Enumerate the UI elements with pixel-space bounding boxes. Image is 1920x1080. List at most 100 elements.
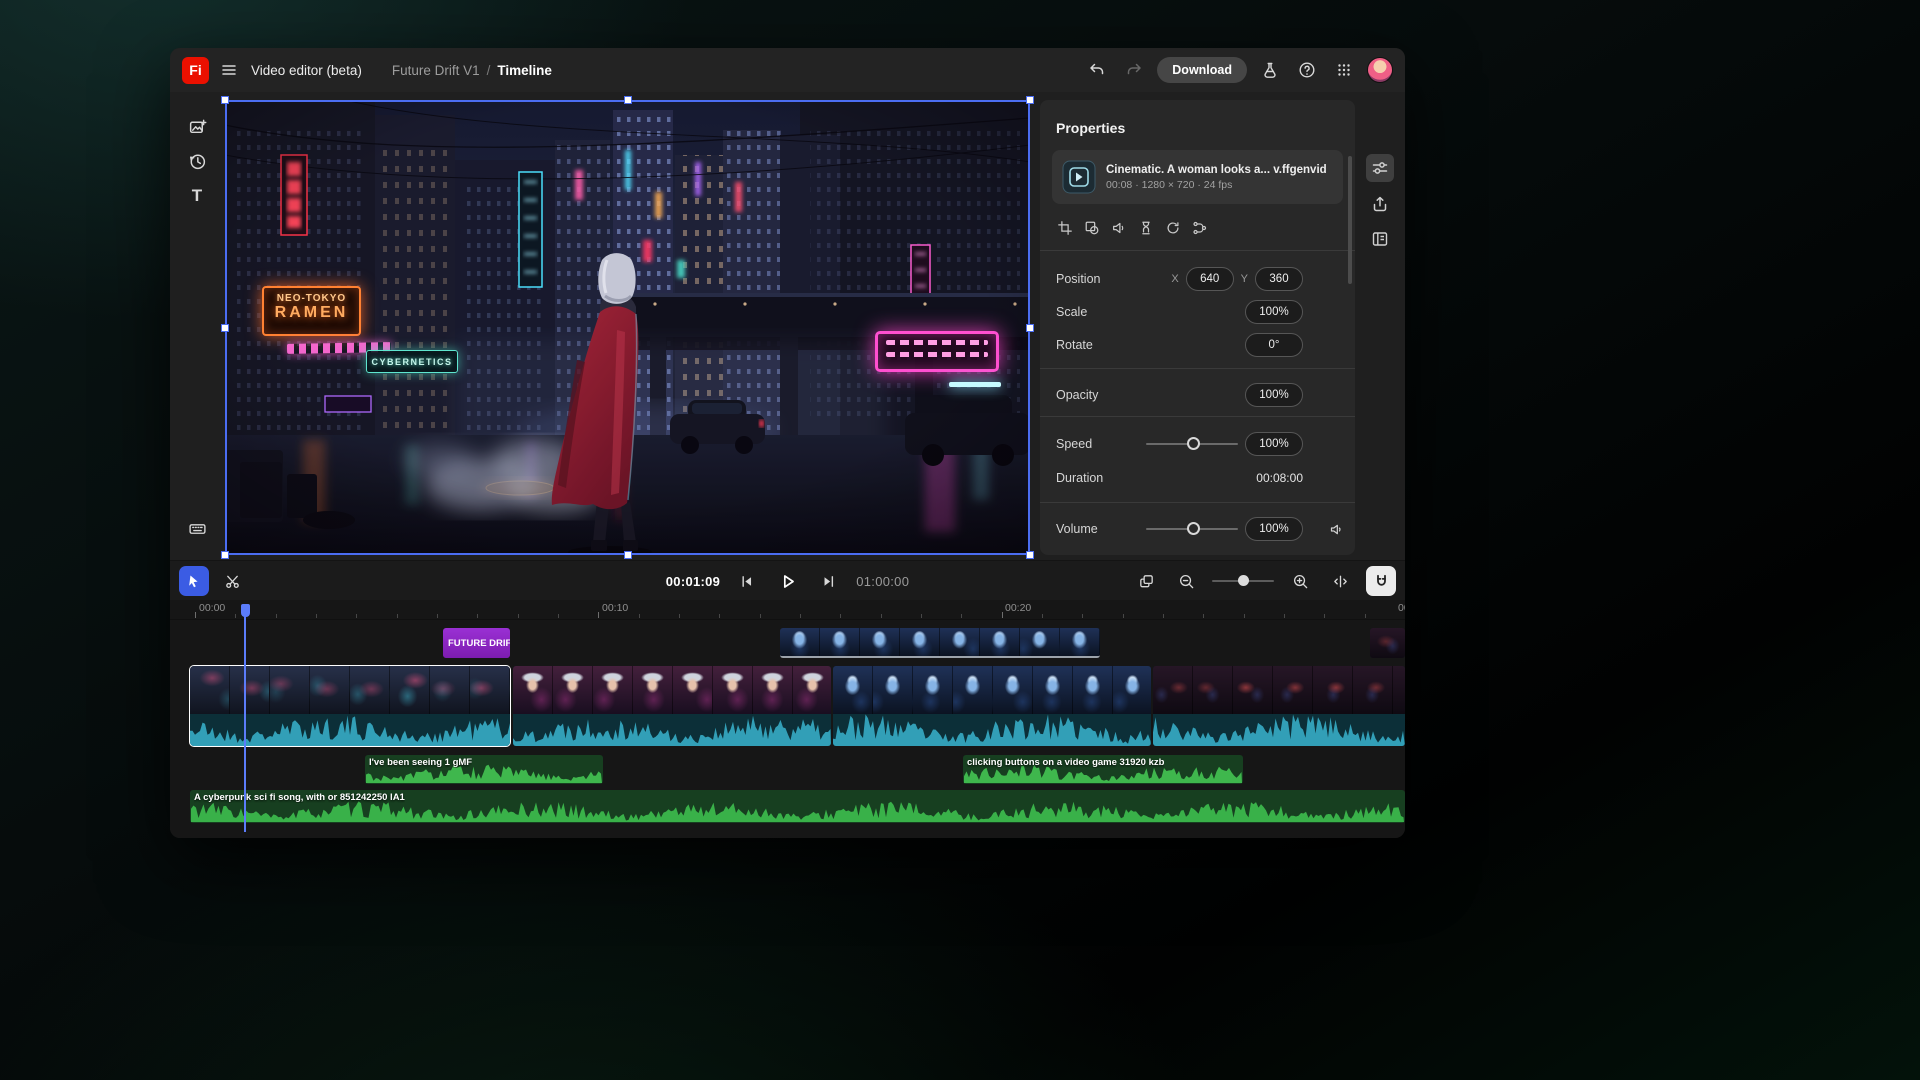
snap-toggle-button[interactable]	[1366, 566, 1396, 596]
volume-slider-knob[interactable]	[1187, 522, 1200, 535]
selection-handle[interactable]	[221, 551, 229, 559]
clip-info-card[interactable]: Cinematic. A woman looks a... v.ffgenvid…	[1052, 150, 1343, 204]
crop-icon[interactable]	[1057, 220, 1073, 236]
video-clip-4[interactable]	[1153, 666, 1405, 746]
clip-waveform	[1153, 714, 1405, 746]
ramen-sign-line1: NEO-TOKYO	[264, 293, 359, 304]
add-media-icon[interactable]	[183, 112, 211, 140]
x-axis-label: X	[1171, 273, 1178, 285]
selection-handle[interactable]	[1026, 551, 1034, 559]
clip-name: Cinematic. A woman looks a... v.ffgenvid	[1106, 164, 1327, 176]
timeline: 00:00 00:10 00:20 00: FUTURE DRIF	[170, 600, 1405, 838]
total-duration: 01:00:00	[856, 574, 909, 589]
firefly-logo[interactable]: Fi	[182, 57, 209, 84]
audio-icon[interactable]	[1111, 220, 1127, 236]
redo-icon[interactable]	[1120, 56, 1148, 84]
user-avatar[interactable]	[1367, 57, 1393, 83]
hourglass-icon[interactable]	[1138, 220, 1154, 236]
opacity-row: Opacity	[1040, 382, 1355, 408]
zoom-in-button[interactable]	[1286, 567, 1314, 595]
clip-waveform	[513, 714, 831, 746]
speed-row: Speed	[1040, 431, 1355, 457]
selection-handle[interactable]	[624, 551, 632, 559]
video-clip-3[interactable]	[833, 666, 1151, 746]
adjust-panel-icon[interactable]	[1366, 154, 1394, 182]
clip-waveform	[833, 714, 1151, 746]
selection-handle[interactable]	[1026, 96, 1034, 104]
undo-icon[interactable]	[1083, 56, 1111, 84]
refresh-icon[interactable]	[1165, 220, 1181, 236]
speaker-icon[interactable]	[1329, 522, 1344, 537]
history-icon[interactable]	[183, 147, 211, 175]
clip-actions-row	[1057, 220, 1208, 236]
select-tool-button[interactable]	[179, 566, 209, 596]
export-panel-icon[interactable]	[1366, 190, 1394, 218]
video-clip-1-selected[interactable]	[190, 666, 510, 746]
ruler-label: 00:10	[602, 602, 628, 614]
opacity-input[interactable]	[1245, 383, 1303, 407]
video-clip-icon	[1062, 160, 1096, 194]
overlay-video-clip[interactable]	[780, 628, 1100, 658]
volume-input[interactable]	[1245, 517, 1303, 541]
rotate-label: Rotate	[1056, 338, 1093, 352]
selection-handle[interactable]	[1026, 324, 1034, 332]
scale-input[interactable]	[1245, 300, 1303, 324]
download-button[interactable]: Download	[1157, 57, 1247, 83]
speed-slider-knob[interactable]	[1187, 437, 1200, 450]
notes-panel-icon[interactable]	[1366, 225, 1394, 253]
volume-slider[interactable]	[1146, 528, 1238, 530]
breadcrumb-project[interactable]: Future Drift V1	[392, 63, 480, 78]
app-title: Video editor (beta)	[251, 63, 362, 78]
music-clip[interactable]: A cyberpunk sci fi song, with or 8512422…	[190, 790, 1405, 823]
audio-clip-1[interactable]: I've been seeing 1 gMF	[365, 755, 603, 784]
timeline-zoom-slider[interactable]	[1212, 580, 1274, 582]
track-overlap-icon[interactable]	[1132, 567, 1160, 595]
properties-scrollbar[interactable]	[1348, 156, 1352, 284]
cut-tool-button[interactable]	[217, 566, 247, 596]
position-y-input[interactable]	[1255, 267, 1303, 291]
speed-input[interactable]	[1245, 432, 1303, 456]
video-preview[interactable]: NEO-TOKYO RAMEN CYBERNETICS	[225, 100, 1030, 555]
properties-panel: Properties Cinematic. A woman looks a...…	[1040, 100, 1355, 555]
speed-slider[interactable]	[1146, 443, 1238, 445]
zoom-out-button[interactable]	[1172, 567, 1200, 595]
current-timecode: 00:01:09	[666, 574, 720, 589]
previous-frame-button[interactable]	[733, 567, 761, 595]
rotate-input[interactable]	[1245, 333, 1303, 357]
menu-icon[interactable]	[215, 56, 243, 84]
next-frame-button[interactable]	[815, 567, 843, 595]
breadcrumb-page: Timeline	[497, 63, 552, 78]
audio-clip-2[interactable]: clicking buttons on a video game 31920 k…	[963, 755, 1243, 784]
apps-grid-icon[interactable]	[1330, 56, 1358, 84]
timeline-zoom-knob[interactable]	[1238, 575, 1249, 586]
mask-icon[interactable]	[1084, 220, 1100, 236]
video-clip-2[interactable]	[513, 666, 831, 746]
timeline-ruler[interactable]: 00:00 00:10 00:20 00:	[170, 600, 1405, 620]
position-x-input[interactable]	[1186, 267, 1234, 291]
fit-timeline-button[interactable]	[1326, 567, 1354, 595]
position-row: Position X Y	[1040, 266, 1355, 292]
position-label: Position	[1056, 272, 1100, 286]
playhead[interactable]	[244, 604, 246, 832]
neon-sign-frame	[875, 331, 999, 372]
help-icon[interactable]	[1293, 56, 1321, 84]
duration-value: 00:08:00	[1256, 471, 1303, 485]
title-clip[interactable]: FUTURE DRIF	[443, 628, 510, 658]
branch-icon[interactable]	[1192, 220, 1208, 236]
ruler-label: 00:20	[1005, 602, 1031, 614]
scale-label: Scale	[1056, 305, 1087, 319]
overlay-video-clip[interactable]	[1370, 628, 1405, 658]
play-button[interactable]	[774, 567, 802, 595]
keyboard-icon[interactable]	[183, 514, 211, 542]
top-bar: Fi Video editor (beta) Future Drift V1 /…	[170, 48, 1405, 92]
beaker-icon[interactable]	[1256, 56, 1284, 84]
duration-label: Duration	[1056, 471, 1103, 485]
volume-label: Volume	[1056, 522, 1098, 536]
selection-handle[interactable]	[221, 96, 229, 104]
selection-handle[interactable]	[221, 324, 229, 332]
music-waveform	[191, 801, 1404, 822]
selection-handle[interactable]	[624, 96, 632, 104]
text-tool-icon[interactable]: T	[183, 182, 211, 210]
duration-row: Duration 00:08:00	[1040, 465, 1355, 491]
neon-sign-cybernetics: CYBERNETICS	[366, 350, 458, 373]
